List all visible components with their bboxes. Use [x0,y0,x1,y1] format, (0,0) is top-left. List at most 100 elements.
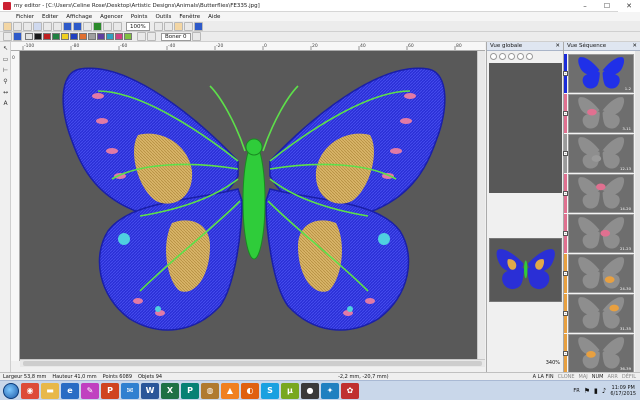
torrent-icon[interactable]: μ [281,382,299,399]
help-icon[interactable] [193,21,203,31]
menu-points[interactable]: Points [127,14,152,20]
chrome-icon[interactable]: ◉ [21,382,39,399]
zoom-in-icon[interactable] [103,21,112,31]
pointer-tool-icon[interactable]: ↖ [1,44,10,53]
sequence-item[interactable]: 21-23 [568,214,634,253]
volume-icon[interactable]: ♪ [602,387,606,395]
palette-swatch[interactable] [25,33,33,40]
excel-icon[interactable]: X [161,382,179,399]
overview-refresh-icon[interactable] [526,52,533,60]
zoom-level-select[interactable]: 100% [126,21,150,31]
sequence-item[interactable]: 12-13 [568,134,634,173]
minimize-button[interactable]: – [574,0,596,12]
vlc-icon[interactable]: ▲ [221,382,239,399]
sequence-item[interactable]: 24-30 [568,254,634,293]
sequence-item[interactable]: 3-11 [568,94,634,133]
folder-icon[interactable]: ▬ [41,382,59,399]
language-indicator[interactable]: FR [573,388,579,394]
sequence-range: 36-39 [619,366,631,371]
design-canvas[interactable] [20,51,485,359]
status-modes: A LA FIN CLONE MAJ NUM ARR DÉFIL [533,374,640,380]
flag-icon[interactable]: ⚑ [584,387,590,395]
menu-agencer[interactable]: Agencer [96,14,127,20]
palette-swatch[interactable] [61,33,69,40]
measure-tool-icon[interactable]: ↔ [1,88,10,97]
sequence-item[interactable]: 36-39 [568,334,634,373]
mail-icon[interactable]: ✉ [121,382,139,399]
embroidery-icon[interactable]: ✎ [81,382,99,399]
mode-num: NUM [591,373,604,380]
overview-zoom-out-icon[interactable] [499,52,506,60]
overview-pan-icon[interactable] [517,52,524,60]
grid-icon[interactable] [83,21,92,31]
skype-icon[interactable]: S [261,382,279,399]
menu-fichier[interactable]: Fichier [12,14,38,20]
menu-aide[interactable]: Aide [204,14,224,20]
select-icon[interactable] [3,32,12,41]
sequence-item[interactable]: 1-2 [568,54,634,93]
clock[interactable]: 11:09 PM 6/17/2015 [610,385,636,397]
ruler-tool-icon[interactable]: ⊢ [1,66,10,75]
palette-swatch[interactable] [34,33,42,40]
firefox-icon[interactable]: ◐ [241,382,259,399]
start-button[interactable] [3,382,19,399]
palette-swatch[interactable] [124,33,132,40]
palette-swatch[interactable] [97,33,105,40]
cut-icon[interactable] [33,21,42,31]
palette-swatch[interactable] [79,33,87,40]
color-info-icon[interactable] [13,32,22,41]
explorer-icon[interactable]: e [61,382,79,399]
maximize-button[interactable]: ☐ [596,0,618,12]
powerpoint-icon[interactable]: P [101,382,119,399]
palette-swatch[interactable] [52,33,60,40]
save-icon[interactable] [13,21,22,31]
thread-icon[interactable]: ◍ [201,382,219,399]
paste-icon[interactable] [53,21,62,31]
sequence-scrollbar[interactable] [635,51,640,377]
publisher-icon[interactable]: P [181,382,199,399]
object-select[interactable]: Boner 0 [161,32,191,41]
palette-swatch[interactable] [43,33,51,40]
palette-swatch[interactable] [70,33,78,40]
menu-fenetre[interactable]: Fenêtre [175,14,204,20]
node-icon[interactable] [147,32,156,41]
network-icon[interactable]: ▮ [594,387,598,395]
sequence-item[interactable]: 14-20 [568,174,634,213]
mirror-icon[interactable] [163,21,173,31]
game-icon[interactable]: ✦ [321,382,339,399]
sequence-close-icon[interactable]: ✕ [632,42,637,50]
menu-affichage[interactable]: Affichage [62,14,96,20]
fill-icon[interactable] [93,21,102,31]
rotate-icon[interactable] [153,21,163,31]
zoom-out-icon[interactable] [113,21,122,31]
horizontal-scroll-thumb[interactable] [23,361,482,366]
redo-icon[interactable] [73,21,82,31]
text-tool-icon[interactable]: A [1,99,10,108]
palette-swatch[interactable] [106,33,114,40]
horizontal-scrollbar[interactable] [20,359,485,367]
rectangle-tool-icon[interactable]: ▭ [1,55,10,64]
close-button[interactable]: ✕ [618,0,640,12]
path-icon[interactable] [137,32,146,41]
sequence-item[interactable]: 31-35 [568,294,634,333]
hoop-icon[interactable] [183,21,193,31]
undo-icon[interactable] [63,21,72,31]
overview-thumbnail[interactable] [489,238,562,302]
vertical-scrollbar[interactable] [477,51,485,359]
stitch-icon[interactable] [173,21,183,31]
palette-swatch[interactable] [115,33,123,40]
options-icon[interactable] [191,32,201,41]
overview-fit-icon[interactable] [508,52,515,60]
editor-icon[interactable]: ✿ [341,382,359,399]
word-icon[interactable]: W [141,382,159,399]
overview-zoom-in-icon[interactable] [490,52,497,60]
menu-editer[interactable]: Editer [38,14,62,20]
palette-swatch[interactable] [88,33,96,40]
menu-outils[interactable]: Outils [151,14,175,20]
open-icon[interactable] [3,21,12,31]
overview-close-icon[interactable]: ✕ [555,42,560,50]
zoom-tool-icon[interactable]: ⚲ [1,77,10,86]
camera-icon[interactable]: ● [301,382,319,399]
print-icon[interactable] [23,21,32,31]
copy-icon[interactable] [43,21,52,31]
